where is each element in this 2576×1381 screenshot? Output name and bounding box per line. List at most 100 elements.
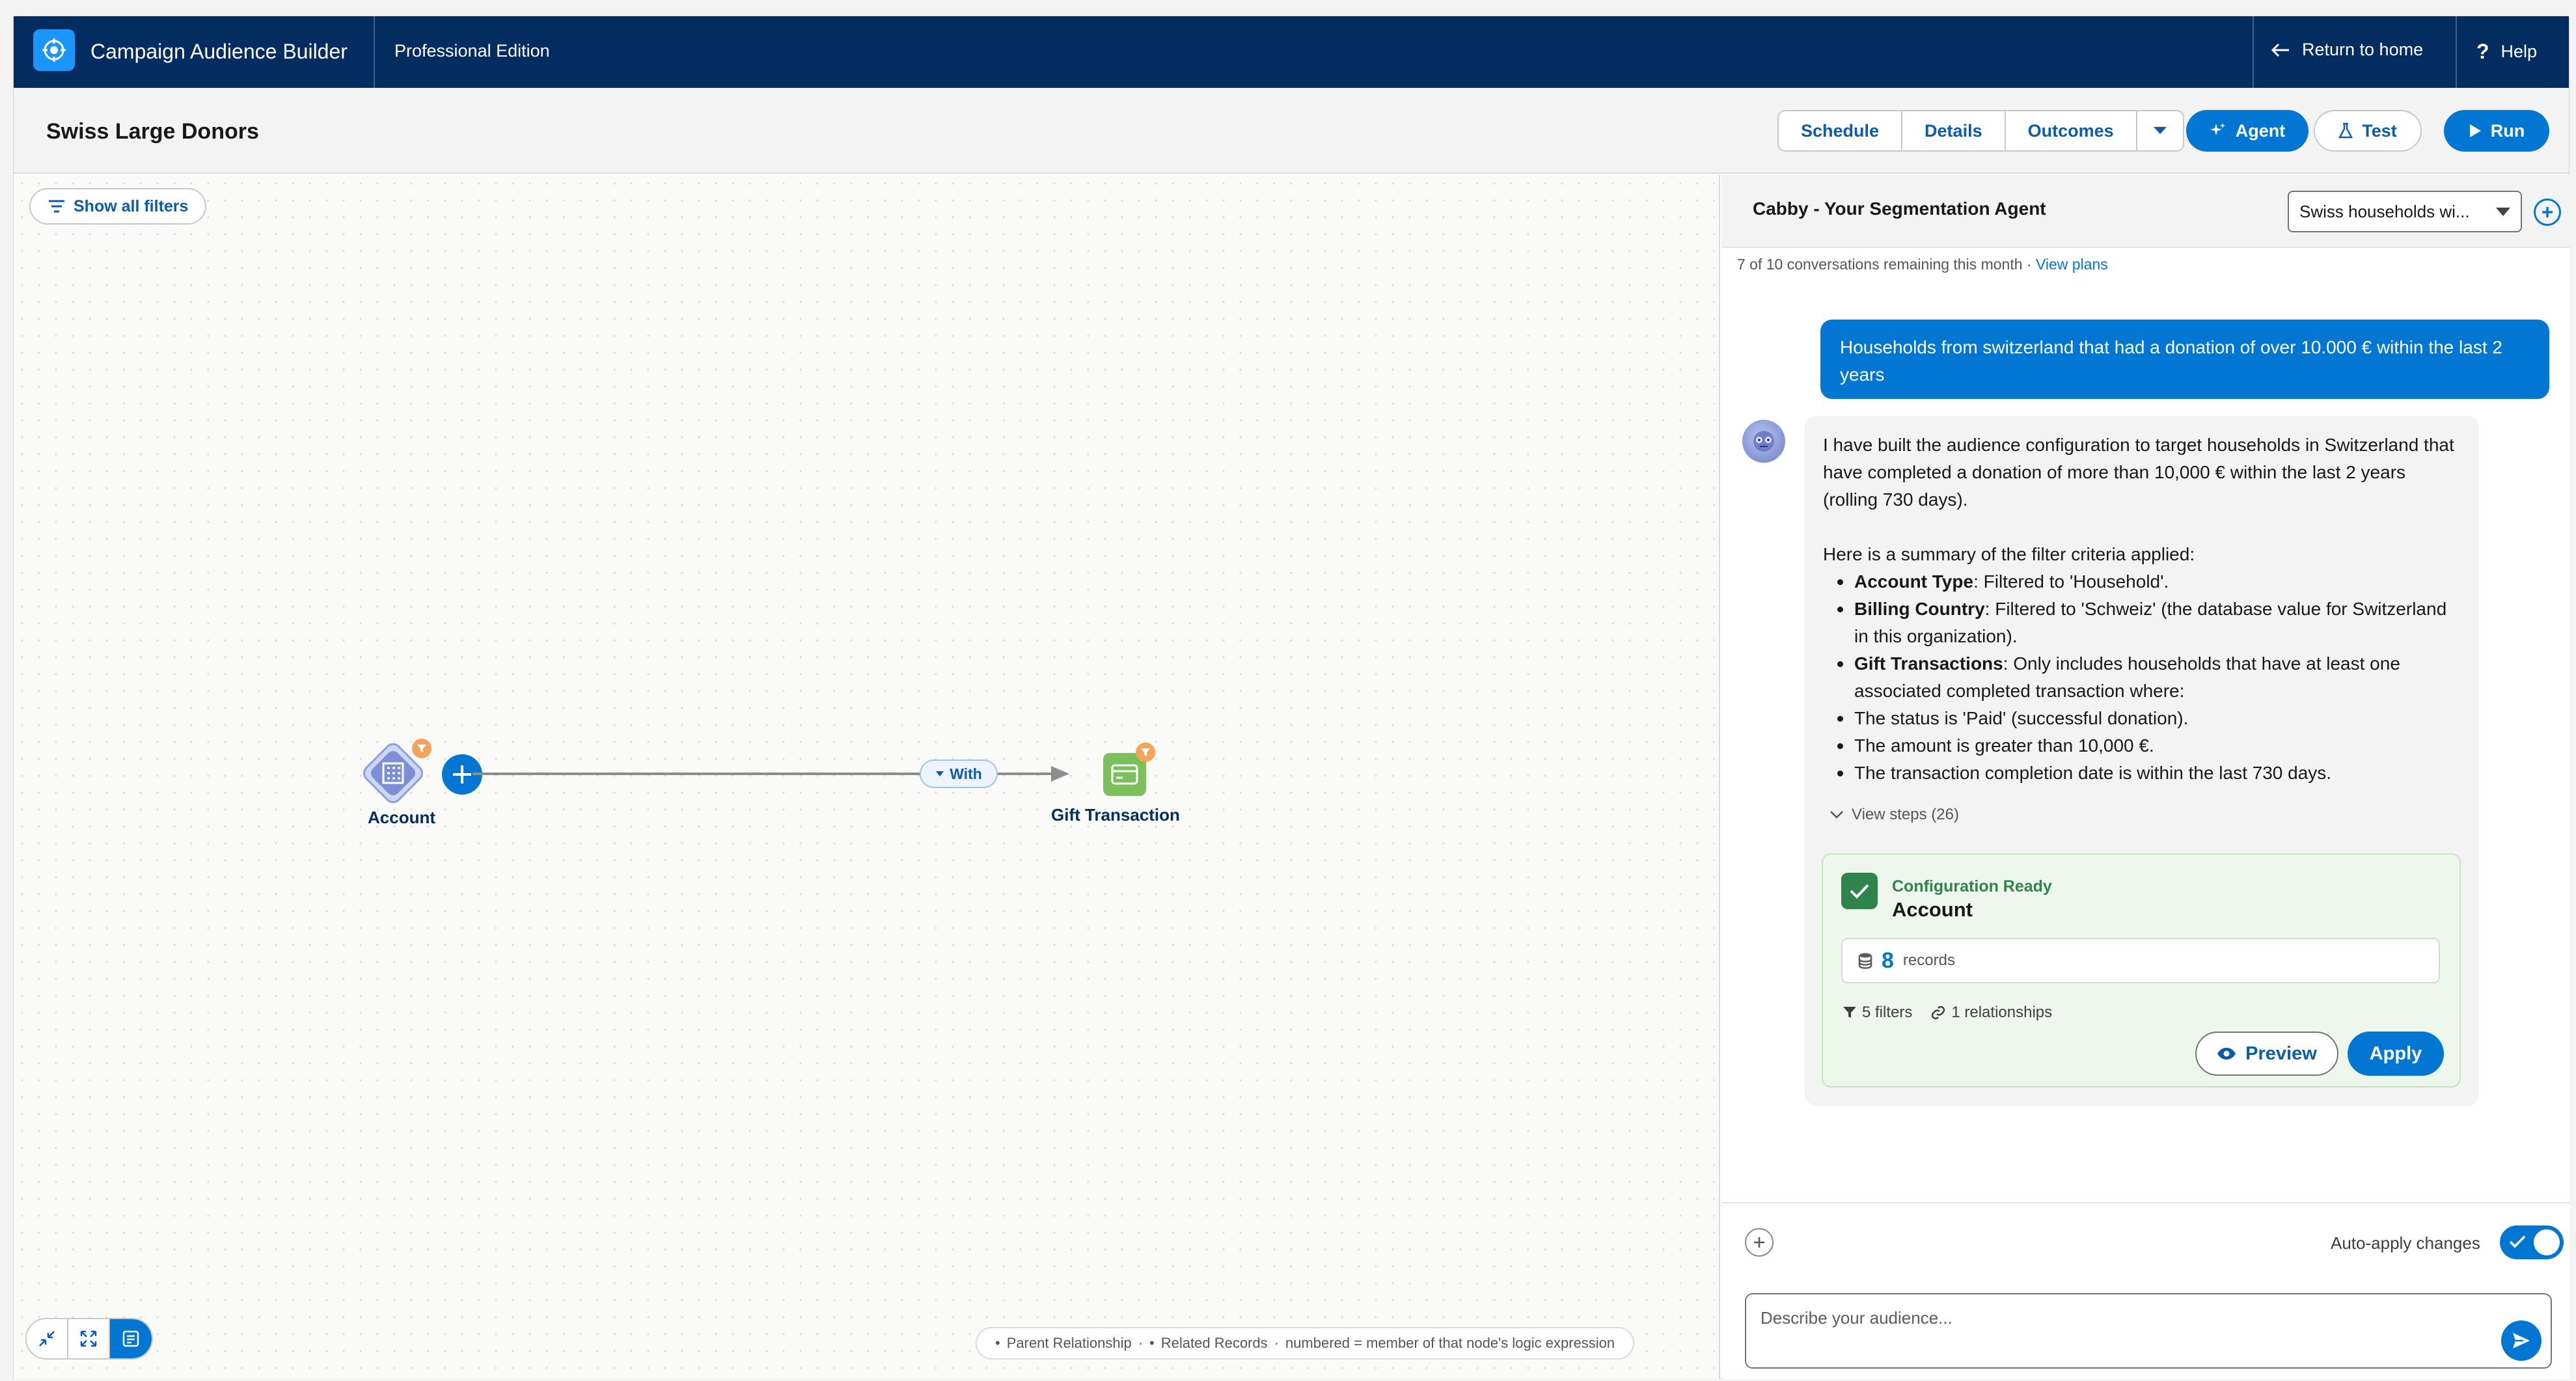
more-actions-button[interactable] (2137, 111, 2183, 150)
show-all-filters-label: Show all filters (74, 197, 189, 215)
filter-icon (1843, 1007, 1856, 1018)
filters-count: 5 filters (1843, 999, 1912, 1026)
conversations-remaining: 7 of 10 conversations remaining this mon… (1737, 256, 2108, 273)
account-node[interactable] (357, 737, 432, 809)
legend-separator: · (1138, 1335, 1144, 1351)
toggle-knob (2534, 1229, 2560, 1255)
records-count-box: 8 records (1841, 938, 2440, 983)
help-label: Help (2501, 42, 2538, 61)
auto-apply-toggle[interactable] (2500, 1225, 2564, 1259)
divider (1721, 1202, 2570, 1203)
collapse-icon (39, 1331, 55, 1347)
summary-heading: Here is a summary of the filter criteria… (1823, 544, 2195, 564)
run-button[interactable]: Run (2444, 110, 2549, 152)
criteria-item: Gift Transactions: Only includes househo… (1836, 650, 2461, 705)
divider (2456, 16, 2457, 88)
collapse-button[interactable] (27, 1319, 68, 1358)
send-button[interactable] (2501, 1320, 2542, 1361)
outcomes-button[interactable]: Outcomes (2006, 111, 2137, 150)
test-label: Test (2362, 120, 2397, 141)
new-conversation-button[interactable] (2534, 198, 2561, 226)
send-icon (2513, 1333, 2530, 1348)
minimap-button[interactable] (110, 1319, 152, 1358)
play-icon (2469, 124, 2481, 137)
node-label: Gift Transaction (1051, 805, 1180, 825)
edition-label: Professional Edition (394, 41, 550, 61)
user-message: Households from switzerland that had a d… (1820, 320, 2549, 399)
legend-separator: · (1274, 1335, 1279, 1351)
agent-label: Agent (2235, 120, 2286, 141)
help-button[interactable]: ? Help (2476, 40, 2537, 64)
app-name: Campaign Audience Builder (90, 40, 348, 63)
gift-transaction-node[interactable] (1097, 743, 1155, 805)
fit-view-button[interactable] (68, 1319, 110, 1358)
plus-icon (453, 765, 471, 784)
preview-button[interactable]: Preview (2195, 1032, 2338, 1076)
show-all-filters-button[interactable]: Show all filters (29, 188, 207, 225)
records-count: 8 (1882, 948, 1894, 973)
legend-numbered: numbered = member of that node's logic e… (1285, 1335, 1615, 1351)
message-composer (1745, 1293, 2552, 1369)
configuration-card: Configuration Ready Account 8 records 5 … (1822, 853, 2461, 1087)
criteria-item: Account Type: Filtered to 'Household'. (1836, 568, 2461, 595)
relationships-count: 1 relationships (1930, 999, 2052, 1026)
with-relationship-pill[interactable]: With (920, 759, 998, 788)
fit-view-icon (80, 1330, 97, 1347)
view-plans-link[interactable]: View plans (2036, 256, 2108, 273)
configuration-meta: 5 filters 1 relationships (1843, 999, 2052, 1026)
arrow-left-icon (2271, 43, 2289, 57)
attach-button[interactable] (1745, 1228, 1774, 1257)
agent-button[interactable]: Agent (2186, 110, 2309, 152)
legend-related: Related Records (1160, 1335, 1268, 1351)
app-window: Campaign Audience Builder Professional E… (13, 16, 2570, 1379)
return-home-button[interactable]: Return to home (2271, 40, 2423, 60)
help-icon: ? (2476, 40, 2489, 63)
agent-intro: I have built the audience configuration … (1823, 435, 2454, 510)
legend-parent: Parent Relationship (1006, 1335, 1132, 1351)
header-tab-group: Schedule Details Outcomes (1777, 110, 2184, 152)
app-logo-icon (33, 29, 75, 71)
view-steps-label: View steps (26) (1852, 806, 1959, 823)
chevron-down-icon (2153, 127, 2167, 134)
flow-canvas[interactable]: Show all filters Account With Gift Trans… (14, 175, 1720, 1379)
divider (2253, 16, 2254, 88)
criteria-item: Billing Country: Filtered to 'Schweiz' (… (1836, 595, 2461, 650)
run-label: Run (2490, 120, 2525, 141)
criteria-item: The amount is greater than 10,000 €. (1836, 732, 2461, 759)
conversation-select[interactable]: Swiss households wi... (2288, 191, 2522, 232)
return-home-label: Return to home (2302, 40, 2424, 59)
remaining-text: 7 of 10 conversations remaining this mon… (1737, 256, 2036, 273)
conversation-value: Swiss households wi... (2299, 201, 2470, 221)
schedule-button[interactable]: Schedule (1779, 111, 1903, 150)
global-header: Campaign Audience Builder Professional E… (14, 16, 2569, 88)
check-icon (2509, 1235, 2526, 1248)
criteria-item: The status is 'Paid' (successful donatio… (1836, 705, 2461, 732)
canvas-legend: • Parent Relationship · • Related Record… (976, 1327, 1635, 1360)
details-button[interactable]: Details (1902, 111, 2006, 150)
agent-panel: Cabby - Your Segmentation Agent Swiss ho… (1721, 175, 2570, 1379)
flask-icon (2338, 122, 2353, 139)
eye-icon (2217, 1048, 2236, 1060)
audience-description-input[interactable] (1761, 1306, 2476, 1330)
divider (374, 16, 375, 88)
sparkle-icon (2210, 123, 2225, 135)
plus-icon (2542, 207, 2553, 217)
canvas-controls (25, 1318, 153, 1360)
criteria-list: Account Type: Filtered to 'Household'. B… (1823, 568, 2461, 787)
agent-title: Cabby - Your Segmentation Agent (1753, 198, 2046, 219)
node-label: Account (368, 808, 435, 827)
arrow-head-icon (1051, 766, 1069, 782)
minimap-icon (122, 1330, 139, 1347)
preview-label: Preview (2245, 1043, 2317, 1064)
view-steps-toggle[interactable]: View steps (26) (1823, 801, 2461, 828)
database-icon (1858, 953, 1872, 969)
filter-badge-icon (1136, 743, 1155, 762)
check-icon (1841, 873, 1878, 909)
test-button[interactable]: Test (2314, 110, 2422, 152)
apply-button[interactable]: Apply (2348, 1032, 2444, 1076)
robot-face-icon (1753, 431, 1774, 452)
legend-dot: • (995, 1335, 1000, 1351)
configuration-object: Account (1892, 898, 1973, 921)
criteria-item: The transaction completion date is withi… (1836, 759, 2461, 787)
filter-list-icon (49, 200, 64, 213)
